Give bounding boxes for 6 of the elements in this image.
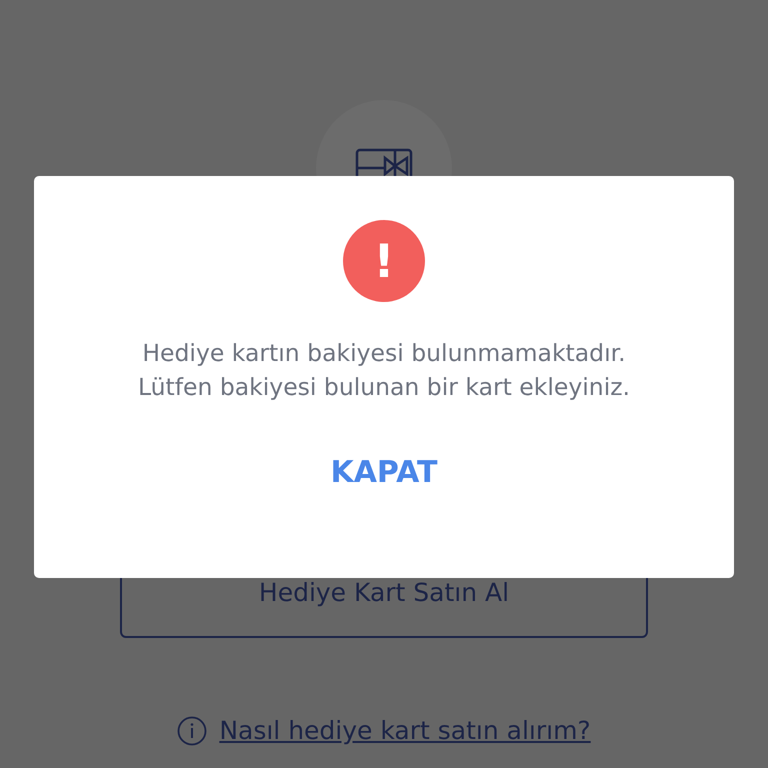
alert-icon: ! — [343, 220, 425, 302]
gift-icon — [355, 148, 413, 178]
info-icon — [177, 716, 208, 746]
close-button[interactable]: KAPAT — [320, 446, 448, 500]
help-link[interactable]: Nasıl hediye kart satın alırım? — [219, 712, 591, 750]
dialog-message: Hediye kartın bakiyesi bulunmamaktadır. Lütfen bakiyesi bulunan bir kart ekleyiniz. — [138, 338, 630, 404]
